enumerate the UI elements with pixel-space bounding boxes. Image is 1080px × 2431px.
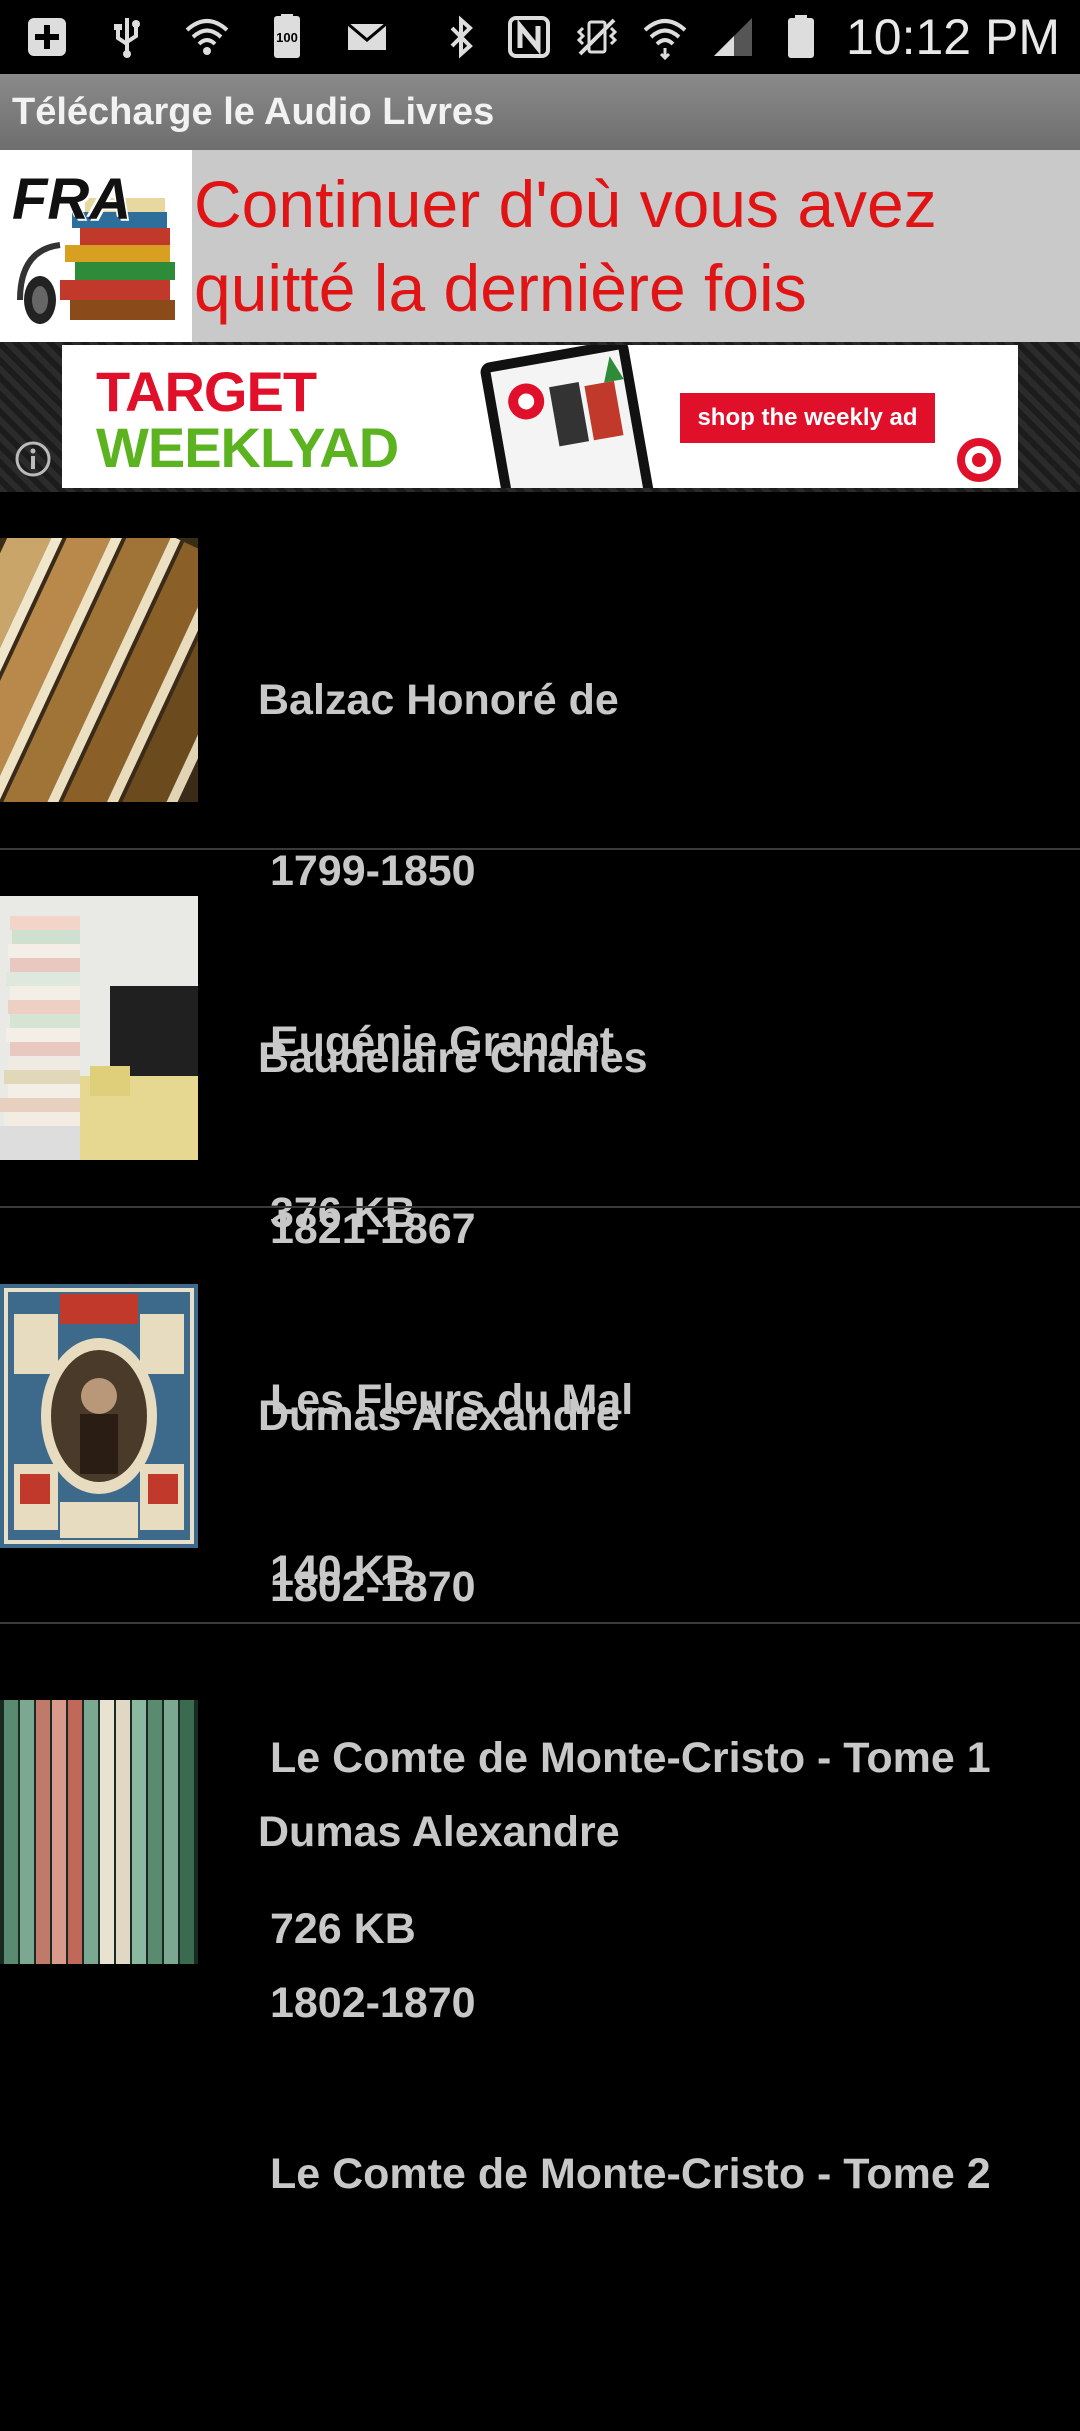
app-title-bar: Télécharge le Audio Livres: [0, 74, 1080, 150]
signal-icon: [710, 14, 756, 60]
continue-banner[interactable]: FRA Continuer d'où vous avez quitté la d…: [0, 150, 1080, 342]
status-left-icons: 100: [24, 0, 390, 74]
nfc-icon: [506, 14, 552, 60]
book-details: Dumas Alexandre 1802-1870 Le Comte de Mo…: [258, 1690, 1048, 2431]
list-item[interactable]: Baudelaire Charles 1821-1867 Les Fleurs …: [0, 850, 1080, 1595]
bluetooth-icon: [438, 14, 484, 60]
book-thumbnail: [0, 538, 198, 802]
book-title: Le Comte de Monte-Cristo - Tome 2: [258, 2150, 991, 2198]
book-thumbnail: [0, 896, 198, 1160]
book-thumbnail: [0, 1700, 198, 1964]
logo-text: FRA: [12, 167, 132, 232]
list-item[interactable]: Dumas Alexandre 1802-1870 Le Comte de Mo…: [0, 1624, 1080, 2198]
continue-message: Continuer d'où vous avez quitté la derni…: [194, 167, 937, 325]
ad-headline-line2: WEEKLYAD: [96, 416, 399, 479]
battery-icon: 100: [264, 14, 310, 60]
ad-tablet-image: [480, 345, 655, 488]
battery-level-text: 100: [276, 29, 298, 45]
book-author: Dumas Alexandre: [258, 1808, 620, 1856]
book-thumbnail: [0, 1284, 198, 1548]
list-item[interactable]: Balzac Honoré de 1799-1850 Eugénie Grand…: [0, 492, 1080, 1237]
book-author: Dumas Alexandre: [258, 1392, 620, 1440]
status-right-icons: 10:12 PM: [438, 0, 1060, 74]
status-bar: 100 10:12 PM: [0, 0, 1080, 74]
wifi-icon: [642, 14, 688, 60]
list-item[interactable]: Dumas Alexandre 1802-1870 Le Comte de Mo…: [0, 1208, 1080, 1953]
ad-banner[interactable]: TARGET WEEKLYAD shop the weekly ad: [62, 345, 1018, 488]
wifi-icon: [184, 14, 230, 60]
book-years: 1802-1870: [258, 1563, 476, 1611]
ad-cta-button[interactable]: shop the weekly ad: [680, 393, 935, 443]
book-years: 1802-1870: [258, 1979, 476, 2027]
clock: 10:12 PM: [845, 9, 1060, 65]
book-author: Baudelaire Charles: [258, 1034, 648, 1082]
app-logo: FRA: [0, 150, 192, 342]
usb-icon: [104, 14, 150, 60]
battery-icon: [778, 14, 824, 60]
info-icon[interactable]: [14, 440, 52, 478]
target-logo-icon: [957, 438, 1001, 482]
book-list: Balzac Honoré de 1799-1850 Eugénie Grand…: [0, 492, 1080, 2198]
mail-icon: [344, 14, 390, 60]
book-author: Balzac Honoré de: [258, 676, 619, 724]
app-title: Télécharge le Audio Livres: [12, 90, 495, 133]
vibrate-icon: [574, 14, 620, 60]
add-icon: [24, 14, 70, 60]
